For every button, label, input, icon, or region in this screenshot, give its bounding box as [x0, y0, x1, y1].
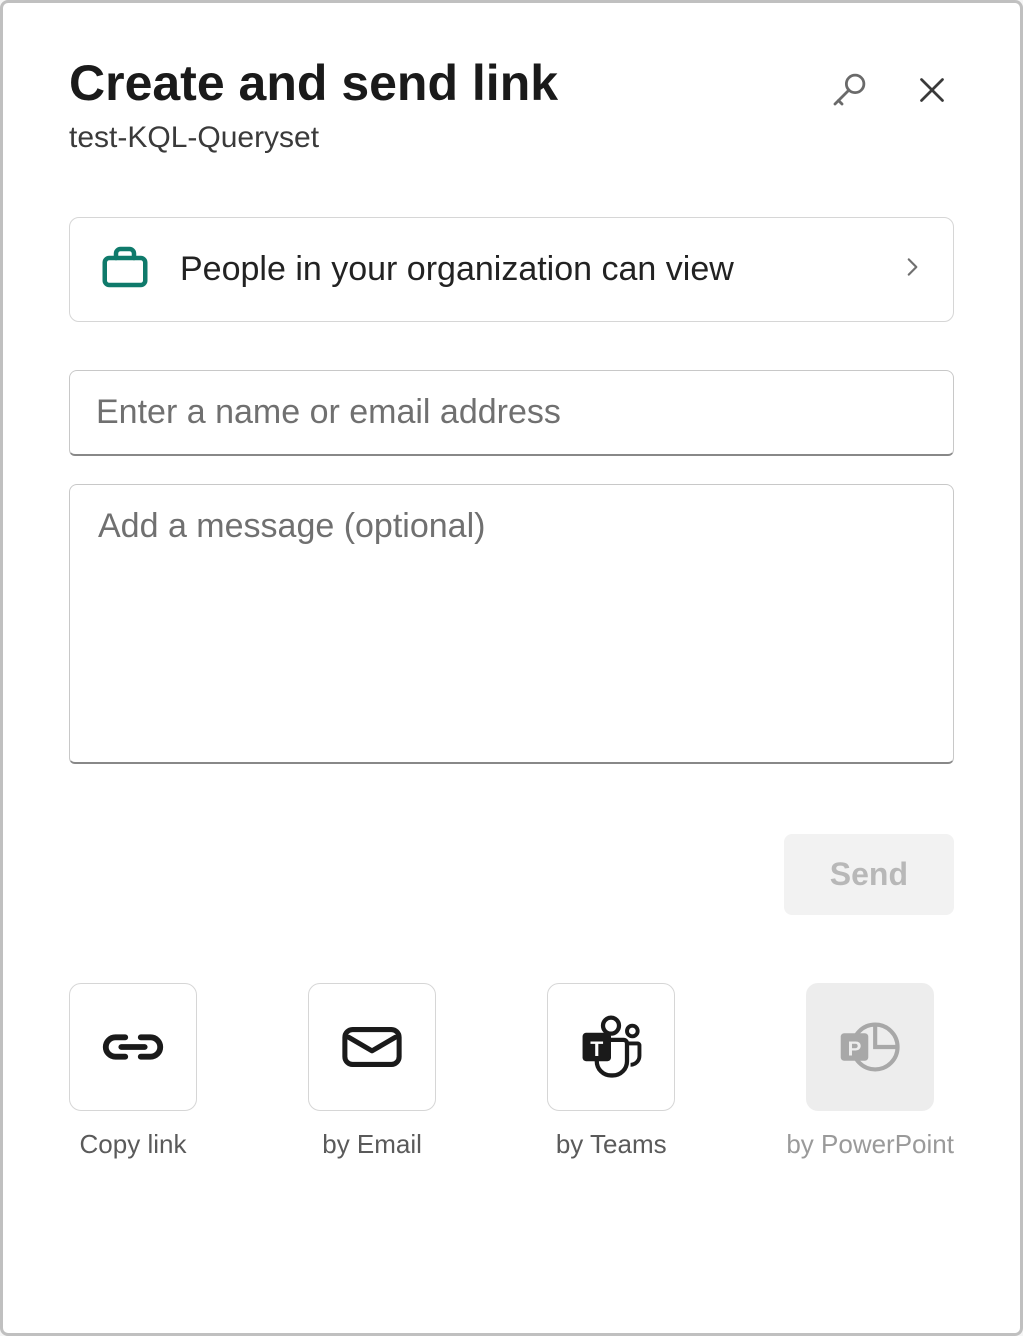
svg-text:T: T — [590, 1037, 603, 1061]
permission-label: People in your organization can view — [180, 247, 871, 293]
key-icon — [828, 69, 870, 111]
copy-link-label: Copy link — [80, 1129, 187, 1160]
powerpoint-label: by PowerPoint — [786, 1129, 954, 1160]
share-options-row: Copy link by Email T — [69, 983, 954, 1160]
close-button[interactable] — [910, 68, 954, 112]
briefcase-icon — [98, 240, 152, 299]
message-input[interactable] — [69, 484, 954, 764]
send-row: Send — [69, 834, 954, 915]
share-item-teams: T by Teams — [547, 983, 675, 1160]
teams-label: by Teams — [556, 1129, 667, 1160]
permissions-key-button[interactable] — [824, 65, 874, 115]
powerpoint-button: P — [806, 983, 934, 1111]
link-icon — [98, 1022, 168, 1072]
dialog-header: Create and send link test-KQL-Queryset — [69, 53, 954, 155]
permission-selector[interactable]: People in your organization can view — [69, 217, 954, 322]
svg-text:P: P — [848, 1038, 862, 1061]
header-text: Create and send link test-KQL-Queryset — [69, 53, 824, 155]
share-item-copy-link: Copy link — [69, 983, 197, 1160]
share-item-powerpoint: P by PowerPoint — [786, 983, 954, 1160]
dialog-title: Create and send link — [69, 53, 824, 113]
email-button[interactable] — [308, 983, 436, 1111]
copy-link-button[interactable] — [69, 983, 197, 1111]
header-actions — [824, 53, 954, 115]
send-button[interactable]: Send — [784, 834, 954, 915]
email-icon — [341, 1023, 403, 1071]
share-item-email: by Email — [308, 983, 436, 1160]
close-icon — [914, 72, 950, 108]
teams-icon: T — [575, 1015, 647, 1079]
dialog-subtitle: test-KQL-Queryset — [69, 121, 824, 155]
recipient-input[interactable] — [69, 370, 954, 456]
teams-button[interactable]: T — [547, 983, 675, 1111]
email-label: by Email — [322, 1129, 422, 1160]
share-dialog: Create and send link test-KQL-Queryset — [0, 0, 1023, 1336]
chevron-right-icon — [899, 254, 925, 285]
powerpoint-icon: P — [835, 1016, 905, 1078]
